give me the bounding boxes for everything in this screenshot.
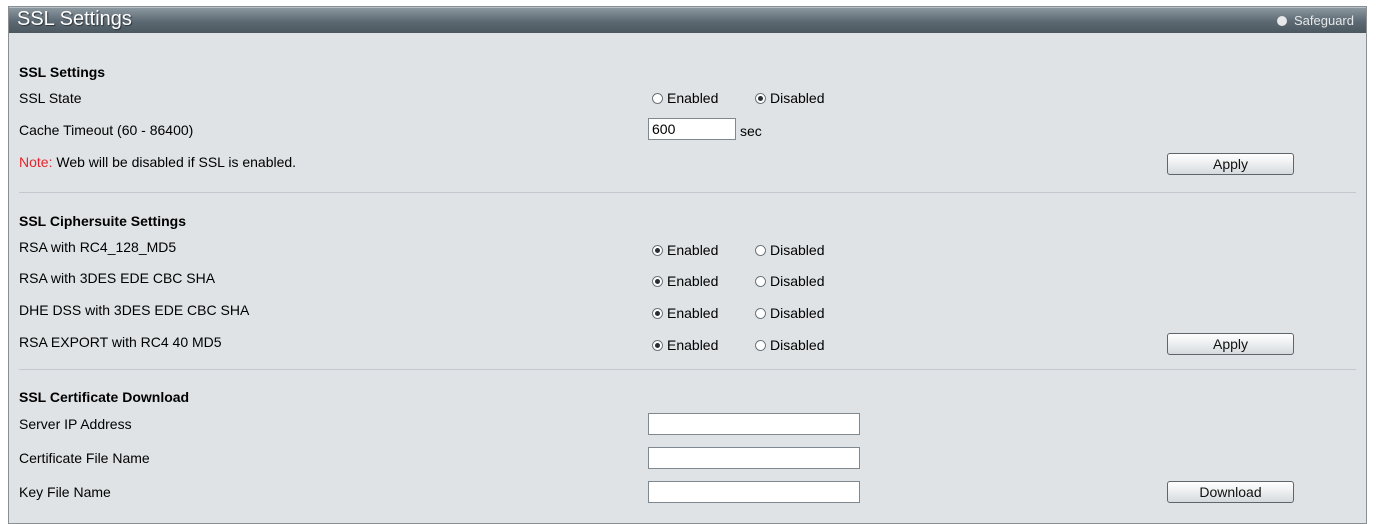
radio-circle-selected [652,339,663,351]
page-title: SSL Settings [17,8,132,30]
ciphersuite-apply-button[interactable]: Apply [1167,333,1294,355]
cipher-disabled-radio[interactable]: Disabled [755,242,824,258]
cipher-row: RSA EXPORT with RC4 40 MD5 Enabled Disab… [9,329,1366,357]
radio-circle-selected [652,307,663,319]
cipher-row: RSA with RC4_128_MD5 Enabled Disabled [9,234,1366,262]
cache-timeout-input[interactable] [648,118,736,140]
cert-file-input[interactable] [648,447,860,469]
server-ip-label: Server IP Address [19,416,132,432]
cipher-enabled-radio[interactable]: Enabled [652,337,718,353]
radio-label-enabled: Enabled [667,337,719,353]
cert-file-row: Certificate File Name [9,445,1366,473]
radio-label-enabled: Enabled [667,90,719,106]
safeguard-label: Safeguard [1294,13,1354,28]
radio-label-disabled: Disabled [770,90,825,106]
cipher-enabled-radio[interactable]: Enabled [652,305,718,321]
ssl-settings-panel: SSL Settings Safeguard SSL Settings SSL … [8,6,1367,524]
ciphersuite-header-row: SSL Ciphersuite Settings [9,208,1366,236]
note-text: Note: Web will be disabled if SSL is ena… [19,154,296,170]
ssl-settings-header-row: SSL Settings [9,59,1366,87]
cipher-row: RSA with 3DES EDE CBC SHA Enabled Disabl… [9,265,1366,293]
cache-timeout-row: Cache Timeout (60 - 86400) sec [9,117,1366,145]
cipher-disabled-radio[interactable]: Disabled [755,305,824,321]
cipher-label: RSA with RC4_128_MD5 [19,239,177,255]
radio-label-enabled: Enabled [667,273,719,289]
radio-label-disabled: Disabled [770,337,825,353]
radio-circle [755,339,766,351]
certificate-header-row: SSL Certificate Download [9,384,1366,412]
radio-circle-selected [652,275,663,287]
radio-circle [755,275,766,287]
cache-timeout-unit: sec [740,123,762,139]
radio-label-disabled: Disabled [770,305,825,321]
note-row: Note: Web will be disabled if SSL is ena… [9,149,1366,177]
safeguard-logo: Safeguard [1277,13,1354,28]
cipher-row: DHE DSS with 3DES EDE CBC SHA Enabled Di… [9,297,1366,325]
radio-circle [652,92,663,104]
download-button[interactable]: Download [1167,481,1294,503]
section-title-ssl-settings: SSL Settings [19,64,106,80]
cipher-label: DHE DSS with 3DES EDE CBC SHA [19,302,250,318]
section-divider [19,192,1356,193]
ssl-state-label: SSL State [19,90,82,106]
server-ip-input[interactable] [648,413,860,435]
cipher-enabled-radio[interactable]: Enabled [652,273,718,289]
cipher-label: RSA with 3DES EDE CBC SHA [19,270,216,286]
safeguard-icon [1277,16,1287,26]
server-ip-row: Server IP Address [9,411,1366,439]
cipher-label: RSA EXPORT with RC4 40 MD5 [19,334,222,350]
key-file-row: Key File Name Download [9,479,1366,507]
ssl-state-row: SSL State Enabled Disabled [9,85,1366,113]
radio-circle-selected [652,244,663,256]
radio-label-enabled: Enabled [667,305,719,321]
radio-circle [755,307,766,319]
radio-label-disabled: Disabled [770,273,825,289]
note-message: Web will be disabled if SSL is enabled. [52,154,297,170]
cipher-disabled-radio[interactable]: Disabled [755,273,824,289]
key-file-input[interactable] [648,481,860,503]
radio-label-disabled: Disabled [770,242,825,258]
cipher-disabled-radio[interactable]: Disabled [755,337,824,353]
section-title-ciphersuite: SSL Ciphersuite Settings [19,213,186,229]
ssl-state-disabled-radio[interactable]: Disabled [755,90,824,106]
cipher-enabled-radio[interactable]: Enabled [652,242,718,258]
title-bar: SSL Settings Safeguard [9,7,1366,33]
cert-file-label: Certificate File Name [19,450,150,466]
radio-label-enabled: Enabled [667,242,719,258]
section-title-certificate: SSL Certificate Download [19,389,190,405]
radio-circle-selected [755,92,766,104]
cache-timeout-label: Cache Timeout (60 - 86400) [19,122,194,138]
ssl-state-enabled-radio[interactable]: Enabled [652,90,718,106]
note-prefix: Note: [19,154,53,170]
key-file-label: Key File Name [19,484,111,500]
ssl-settings-apply-button[interactable]: Apply [1167,153,1294,175]
radio-circle [755,244,766,256]
section-divider [19,369,1356,370]
